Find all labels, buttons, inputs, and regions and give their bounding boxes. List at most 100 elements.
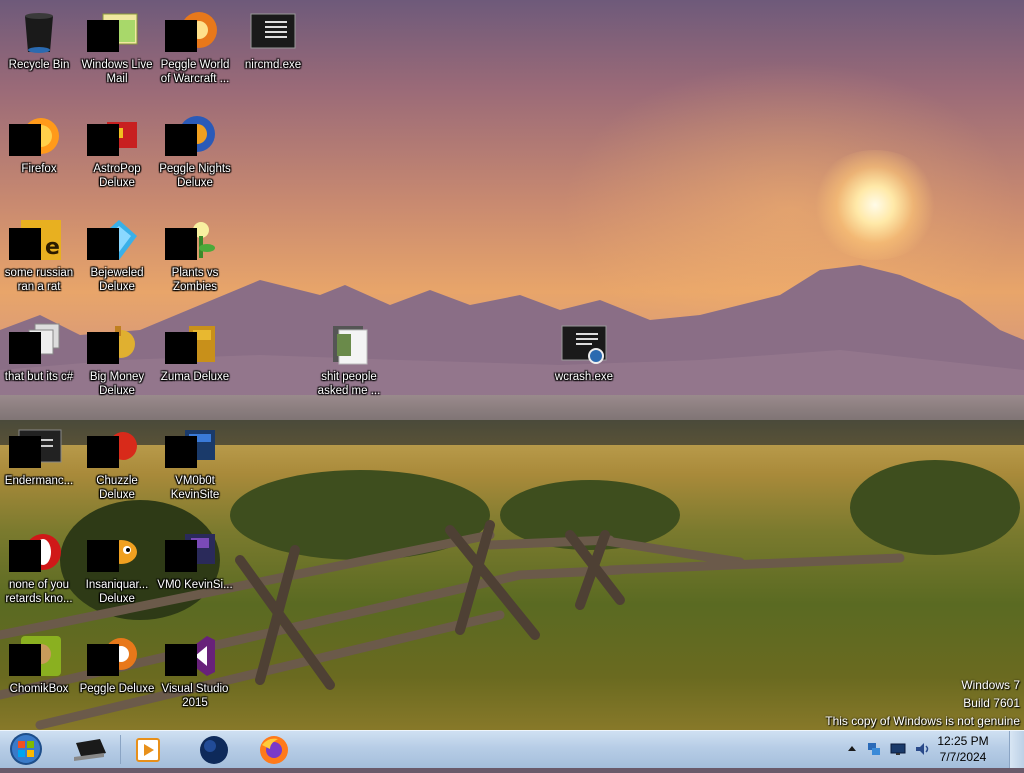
redaction-box [165,124,197,156]
watermark-os-name: Windows 7 [961,678,1020,692]
redaction-box [165,332,197,364]
bejeweled-icon [87,216,141,264]
monitor-icon [890,743,906,755]
clock-time: 12:25 PM [937,734,989,748]
media-player-icon [136,738,160,762]
desktop-icon-label: VM0 KevinSi... [157,579,233,591]
desktop-icon-chuzzle-deluxe[interactable]: Chuzzle Deluxe [78,416,156,502]
firefox-icon [9,112,63,160]
desktop-icon-insaniquarium-deluxe[interactable]: Insaniquar... Deluxe [78,520,156,606]
desktop-icon-windows-live-mail[interactable]: Windows Live Mail [78,0,156,86]
cmd-window-icon [74,739,106,761]
desktop-icon-peggle-world-of-warcraft[interactable]: Peggle World of Warcraft ... [156,0,234,86]
desktop-icon-some-russian-ran-a-rat[interactable]: e some russian ran a rat [0,208,78,294]
desktop-icon-recycle-bin[interactable]: Recycle Bin [0,0,78,72]
console-app-icon [9,424,63,472]
svg-text:e: e [45,235,60,260]
desktop-icon-shit-people-asked-me[interactable]: shit people asked me ... [310,312,388,398]
tray-volume[interactable] [914,741,930,757]
desktop-icon-vm0b0t-kevinsite[interactable]: VM0b0t KevinSite [156,416,234,502]
insaniquarium-icon [87,528,141,576]
show-hidden-icons-button[interactable] [844,741,860,757]
tray-network[interactable] [866,741,882,757]
desktop-icon-big-money-deluxe[interactable]: Big Money Deluxe [78,312,156,398]
taskbar-pinned-browser[interactable] [188,733,240,766]
firefox-icon [260,736,288,764]
taskbar-clock[interactable]: 12:25 PM 7/7/2024 [930,733,996,765]
taskbar-pinned-firefox[interactable] [248,733,300,766]
windows-orb-icon [10,733,42,765]
show-desktop-button[interactable] [1009,731,1024,768]
desktop-icon-peggle-nights-deluxe[interactable]: Peggle Nights Deluxe [156,104,234,190]
desktop-icon-label: Zuma Deluxe [160,371,230,383]
redaction-box [165,540,197,572]
desktop-icon-bejeweled-deluxe[interactable]: Bejeweled Deluxe [78,208,156,294]
redaction-box [87,20,119,52]
redaction-box [9,436,41,468]
redaction-box [165,644,197,676]
zuma-icon [165,320,219,368]
desktop-icon-label: Firefox [21,163,57,175]
vm-icon [165,528,219,576]
mail-icon [87,8,141,56]
desktop-icon-endermanch[interactable]: Endermanc... [0,416,78,488]
desktop-icon-firefox[interactable]: Firefox [0,104,78,176]
desktop-icon-label: Big Money Deluxe [89,371,145,397]
console-search-icon [560,320,608,368]
taskbar-pinned-media-player[interactable] [124,733,176,766]
redaction-box [9,228,41,260]
desktop-icon-label: nircmd.exe [244,59,302,71]
redaction-box [87,124,119,156]
redaction-box [9,644,41,676]
adobe-icon: e [9,216,63,264]
desktop-icon-plants-vs-zombies[interactable]: Plants vs Zombies [156,208,234,294]
desktop-icon-label: ChomikBox [9,683,69,695]
tray-monitor[interactable] [890,741,906,757]
desktop-icon-astropop-deluxe[interactable]: AstroPop Deluxe [78,104,156,190]
redaction-box [87,228,119,260]
desktop-icon-nircmd[interactable]: nircmd.exe [234,0,312,72]
console-app-icon [249,8,297,56]
redaction-box [165,20,197,52]
desktop-icon-label: shit people asked me ... [317,371,381,397]
stacked-windows-icon [9,320,63,368]
desktop-icon-label: wcrash.exe [554,371,614,383]
desktop-icon-chomikbox[interactable]: ChomikBox [0,624,78,696]
globe-browser-icon [200,736,228,764]
vm-icon [165,424,219,472]
desktop-icon-zuma-deluxe[interactable]: Zuma Deluxe [156,312,234,384]
redaction-box [87,332,119,364]
desktop-icon-label: Chuzzle Deluxe [96,475,138,501]
chuzzle-icon [87,424,141,472]
desktop-icon-label: Endermanc... [4,475,74,487]
desktop-icon-wcrash[interactable]: wcrash.exe [545,312,623,384]
desktop-icon-label: Bejeweled Deluxe [90,267,144,293]
redaction-box [87,540,119,572]
redaction-box [165,228,197,260]
chomikbox-icon [9,632,63,680]
peggle-icon [87,632,141,680]
desktop-icon-none-of-you[interactable]: none of you retards kno... [0,520,78,606]
redaction-box [165,436,197,468]
desktop-icon-vm0-kevinsite[interactable]: VM0 KevinSi... [156,520,234,592]
desktop-icon-label: Peggle Nights Deluxe [159,163,231,189]
redaction-box [9,332,41,364]
visual-studio-icon [165,632,219,680]
start-button[interactable] [4,731,48,768]
clock-date: 7/7/2024 [939,750,987,764]
taskbar-separator [120,735,121,764]
redaction-box [87,644,119,676]
desktop-icon-label: none of you retards kno... [5,579,73,605]
peggle-nights-icon [165,112,219,160]
desktop-icon-label: Recycle Bin [8,59,70,71]
redaction-box [9,540,41,572]
desktop-icon-peggle-deluxe[interactable]: Peggle Deluxe [78,624,156,696]
taskbar: 12:25 PM 7/7/2024 [0,730,1024,768]
desktop-icon-visual-studio-2015[interactable]: Visual Studio 2015 [156,624,234,710]
desktop-icon-that-but-its-csharp[interactable]: that but its c# [0,312,78,384]
desktop-icon-label: Peggle Deluxe [79,683,155,695]
taskbar-pinned-cmd[interactable] [64,733,116,766]
desktop-icon-label: some russian ran a rat [4,267,74,293]
desktop-icon-label: that but its c# [4,371,74,383]
volume-icon [916,743,929,755]
